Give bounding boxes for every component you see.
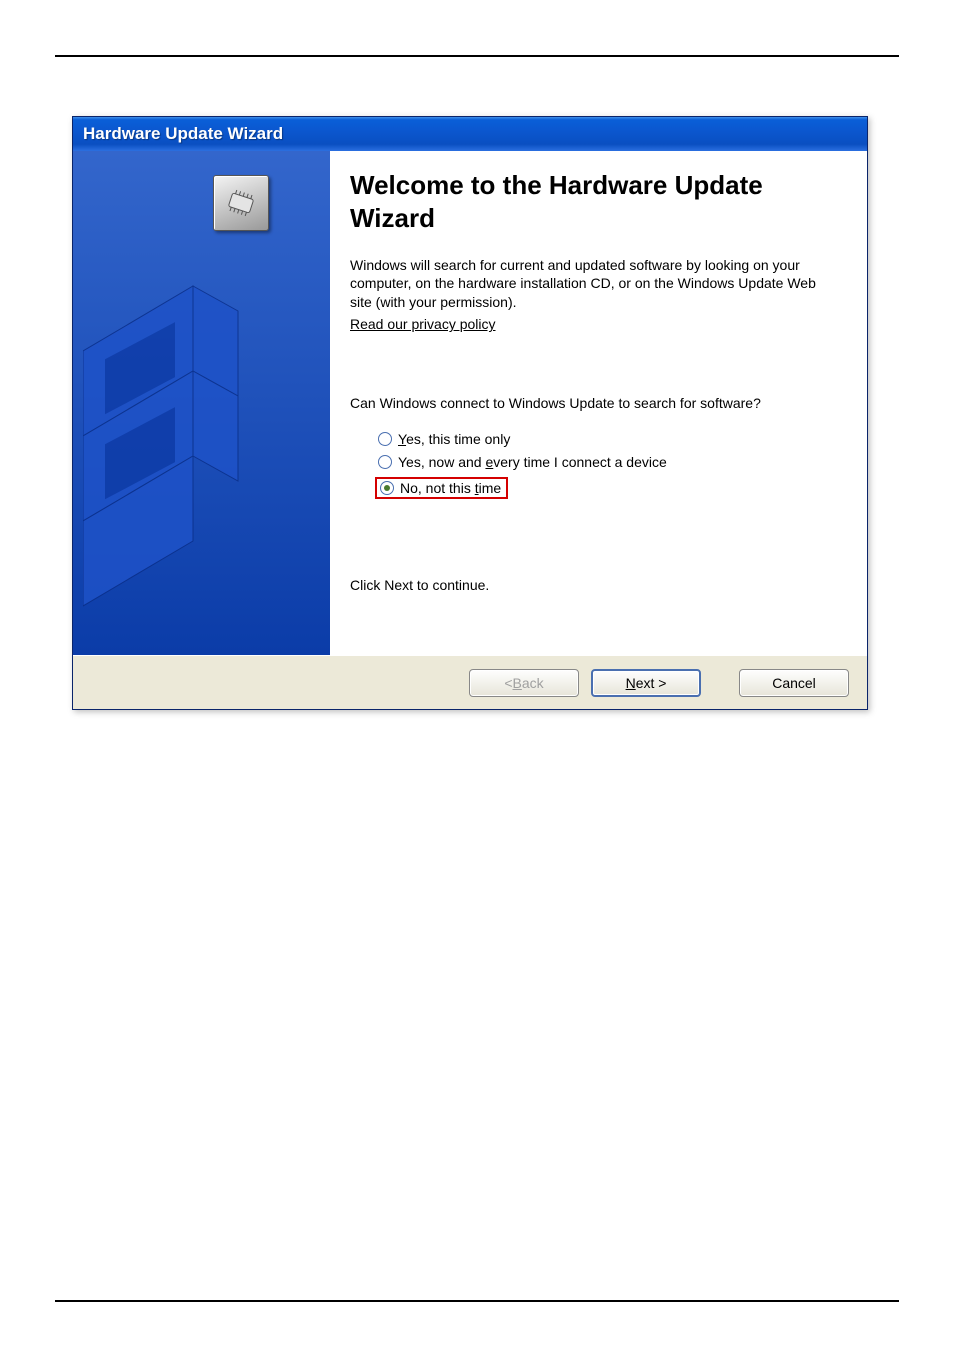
document-bottom-rule bbox=[55, 1300, 899, 1302]
button-bar: < Back Next > Cancel bbox=[73, 655, 867, 709]
privacy-policy-link[interactable]: Read our privacy policy bbox=[350, 316, 496, 332]
radio-option-yes-always[interactable]: Yes, now and every time I connect a devi… bbox=[374, 452, 839, 472]
radio-icon bbox=[378, 432, 392, 446]
title-bar: Hardware Update Wizard bbox=[73, 117, 867, 151]
title-bar-text: Hardware Update Wizard bbox=[83, 124, 283, 144]
radio-icon bbox=[380, 481, 394, 495]
document-top-rule bbox=[55, 55, 899, 57]
radio-group: Yes, this time only Yes, now and every t… bbox=[350, 429, 839, 501]
continue-instruction: Click Next to continue. bbox=[350, 577, 839, 593]
back-button: < Back bbox=[469, 669, 579, 697]
wizard-body: Welcome to the Hardware Update Wizard Wi… bbox=[73, 151, 867, 655]
next-button[interactable]: Next > bbox=[591, 669, 701, 697]
hardware-chip-icon bbox=[213, 175, 269, 231]
cancel-button[interactable]: Cancel bbox=[739, 669, 849, 697]
question-text: Can Windows connect to Windows Update to… bbox=[350, 394, 839, 413]
radio-option-no[interactable]: No, not this time bbox=[374, 475, 839, 501]
radio-label: Yes, now and every time I connect a devi… bbox=[398, 454, 667, 470]
intro-paragraph: Windows will search for current and upda… bbox=[350, 256, 839, 313]
side-panel bbox=[73, 151, 330, 655]
radio-icon bbox=[378, 455, 392, 469]
radio-option-yes-once[interactable]: Yes, this time only bbox=[374, 429, 839, 449]
side-panel-graphic bbox=[83, 191, 283, 611]
radio-label: No, not this time bbox=[400, 480, 501, 496]
wizard-window: Hardware Update Wizard bbox=[72, 116, 868, 710]
content-panel: Welcome to the Hardware Update Wizard Wi… bbox=[330, 151, 867, 655]
radio-label: Yes, this time only bbox=[398, 431, 510, 447]
selected-highlight-box: No, not this time bbox=[375, 477, 508, 499]
wizard-heading: Welcome to the Hardware Update Wizard bbox=[350, 169, 839, 236]
